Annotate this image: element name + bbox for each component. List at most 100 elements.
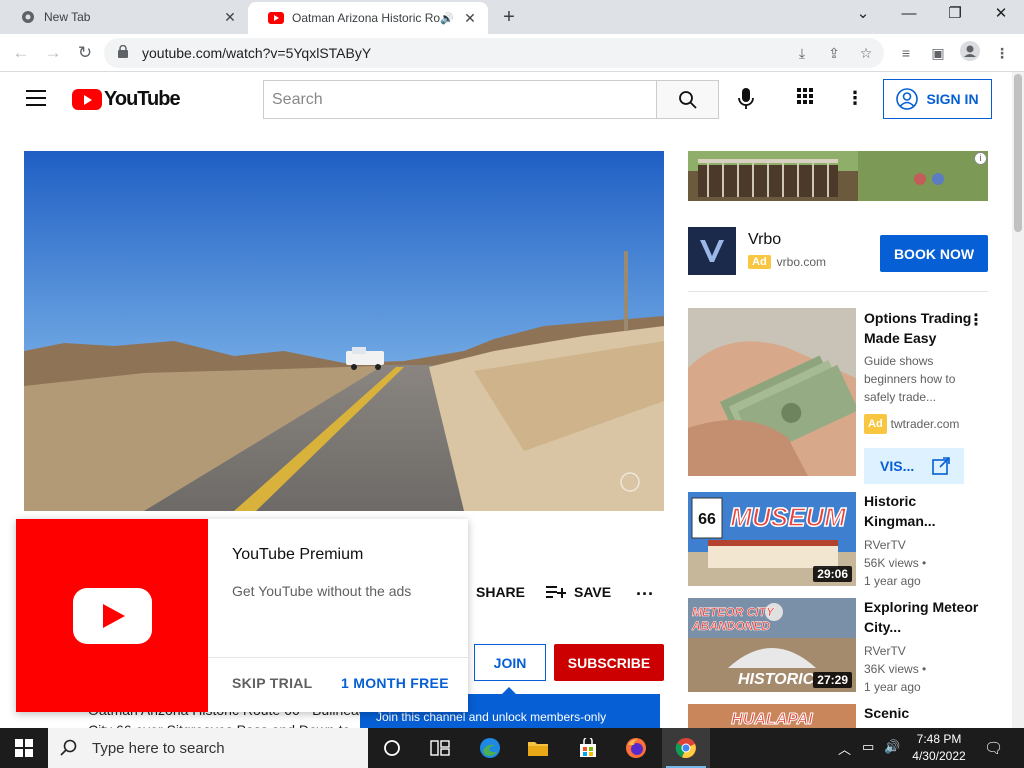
search-button[interactable] (656, 80, 719, 119)
save-button[interactable]: SAVE (546, 584, 611, 600)
video-thumbnail[interactable]: METEOR CITY ABANDONED HISTORIC 27:29 (688, 598, 856, 692)
apps-grid-icon[interactable] (795, 86, 819, 110)
reload-icon[interactable]: ↻ (72, 40, 98, 66)
premium-promo-dialog: YouTube Premium Get YouTube without the … (16, 519, 468, 712)
thumbnail-text: HUALAPAI (731, 711, 813, 728)
close-window-icon[interactable]: ✕ (978, 0, 1024, 30)
settings-kebab-icon[interactable]: ⋮ (843, 86, 867, 110)
sign-in-button[interactable]: SIGN IN (883, 79, 992, 119)
thumbnail-text: METEOR CITY (692, 605, 775, 619)
install-icon[interactable]: ⤓ (790, 41, 814, 65)
minimize-icon[interactable]: — (886, 0, 932, 30)
search-icon (678, 90, 697, 109)
tab-new-tab[interactable]: New Tab ✕ (0, 0, 248, 34)
taskbar-search-box[interactable]: Type here to search (48, 728, 368, 768)
svg-text:66: 66 (698, 511, 716, 528)
network-icon[interactable]: ▭ (862, 739, 874, 755)
forward-icon[interactable]: → (40, 40, 66, 66)
one-month-free-button[interactable]: 1 MONTH FREE (341, 675, 449, 691)
join-button[interactable]: JOIN (474, 644, 546, 681)
thumbnail-text: MUSEUM (730, 502, 847, 532)
ad-banner-image[interactable] (688, 151, 988, 201)
star-icon[interactable]: ☆ (854, 41, 878, 65)
youtube-logo[interactable]: YouTube (72, 88, 181, 111)
subscribe-button[interactable]: SUBSCRIBE (554, 644, 664, 681)
visit-site-button[interactable]: VIS... (864, 448, 964, 484)
skip-trial-button[interactable]: SKIP TRIAL (232, 675, 313, 691)
advertiser-name[interactable]: Vrbo (748, 231, 781, 249)
audio-playing-icon[interactable]: 🔊 (440, 12, 454, 25)
channel-name[interactable]: RVerTV (864, 536, 906, 554)
restore-icon[interactable]: ❐ (932, 0, 978, 30)
video-age: 1 year ago (864, 680, 921, 694)
address-bar[interactable]: youtube.com/watch?v=5YqxlSTAByY (104, 38, 884, 68)
chrome-favicon-icon (20, 9, 36, 25)
task-view-icon[interactable] (416, 728, 464, 768)
ad-meta: Ad twtrader.com (864, 414, 959, 434)
cortana-icon[interactable] (368, 728, 416, 768)
youtube-logo-icon (72, 89, 102, 110)
tab-youtube-video[interactable]: Oatman Arizona Historic Rou 🔊 ✕ (248, 2, 488, 34)
url-text: youtube.com/watch?v=5YqxlSTAByY (142, 45, 372, 61)
youtube-header: YouTube Search ⋮ SIGN IN (0, 72, 1012, 128)
tab-title: Oatman Arizona Historic Rou (292, 11, 441, 25)
video-player[interactable] (24, 151, 664, 511)
firefox-icon[interactable] (612, 728, 660, 768)
ad-thumbnail[interactable] (688, 308, 856, 476)
volume-icon[interactable]: 🔊 (884, 739, 900, 755)
browser-toolbar: ← → ↻ youtube.com/watch?v=5YqxlSTAByY ⤓ … (0, 34, 1024, 72)
menu-icon[interactable]: ⋮ (990, 41, 1014, 65)
open-external-icon (932, 457, 951, 475)
chrome-icon[interactable] (662, 728, 710, 768)
taskbar-search-placeholder: Type here to search (92, 739, 225, 757)
video-thumbnail[interactable]: 66 MUSEUM 29:06 (688, 492, 856, 586)
back-icon[interactable]: ← (8, 40, 34, 66)
search-input[interactable]: Search (263, 80, 656, 119)
voice-search-button[interactable] (732, 85, 760, 113)
tab-search-icon[interactable]: ⌄ (840, 0, 886, 30)
media-control-icon[interactable]: ≡ (894, 41, 918, 65)
ad-domain: vrbo.com (776, 255, 827, 269)
video-duration: 27:29 (813, 672, 852, 688)
logo-text: YouTube (104, 88, 181, 110)
svg-text:HISTORIC: HISTORIC (738, 671, 815, 688)
close-tab-icon[interactable]: ✕ (458, 10, 482, 27)
show-hidden-icons-icon[interactable]: ︿ (838, 739, 851, 758)
lock-icon[interactable] (118, 44, 128, 61)
video-title[interactable]: Scenic (864, 703, 984, 723)
close-tab-icon[interactable]: ✕ (218, 9, 242, 26)
ad-info-icon[interactable]: i (974, 152, 987, 165)
visit-label: VIS... (880, 458, 915, 474)
video-title[interactable]: Exploring Meteor City... (864, 597, 984, 637)
channel-name[interactable]: RVerTV (864, 642, 906, 660)
video-duration: 29:06 (813, 566, 852, 582)
video-thumbnail[interactable]: HUALAPAI (688, 704, 856, 728)
video-age: 1 year ago (864, 574, 921, 588)
start-button[interactable] (0, 728, 48, 768)
ad-options-icon[interactable]: ⋮ (968, 310, 984, 330)
new-tab-button[interactable]: + (496, 4, 522, 30)
vrbo-logo[interactable] (688, 227, 736, 275)
book-now-button[interactable]: BOOK NOW (880, 235, 988, 272)
promo-divider (208, 657, 468, 658)
hamburger-menu-icon[interactable] (26, 90, 46, 106)
clock-date: 4/30/2022 (912, 749, 966, 763)
store-icon[interactable] (564, 728, 612, 768)
notifications-icon[interactable]: 🗨 (984, 739, 1003, 757)
sidebar-divider (688, 291, 988, 292)
profile-icon[interactable] (958, 41, 982, 65)
share-icon[interactable]: ⇪ (822, 41, 846, 65)
edge-icon[interactable] (466, 728, 514, 768)
taskbar-clock[interactable]: 7:48 PM 4/30/2022 (908, 731, 970, 765)
sign-in-label: SIGN IN (926, 91, 979, 107)
windows-logo-icon (15, 739, 33, 757)
account-icon (896, 88, 919, 110)
ad-title[interactable]: Options Trading Made Easy (864, 308, 984, 348)
video-title[interactable]: Historic Kingman... (864, 491, 984, 531)
file-explorer-icon[interactable] (514, 728, 562, 768)
youtube-favicon-icon (268, 10, 284, 26)
more-actions-icon[interactable]: ··· (636, 584, 654, 605)
tab-title: New Tab (44, 10, 91, 24)
scrollbar-thumb[interactable] (1014, 74, 1022, 232)
side-panel-icon[interactable]: ▣ (926, 41, 950, 65)
